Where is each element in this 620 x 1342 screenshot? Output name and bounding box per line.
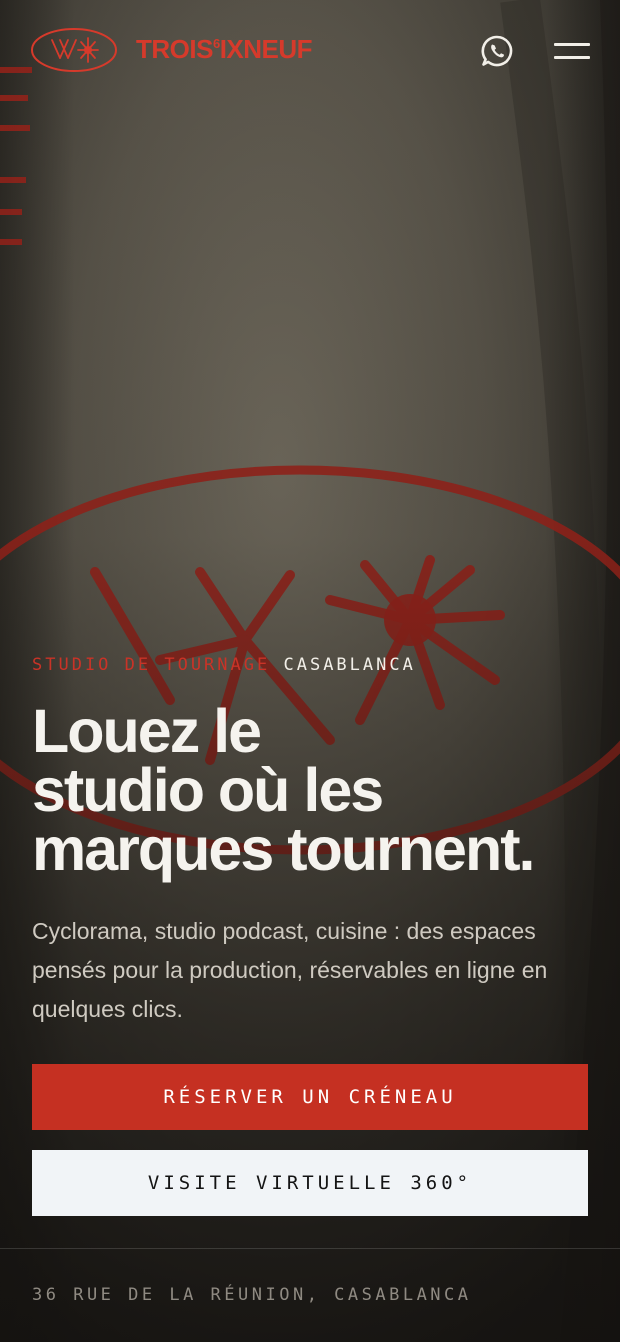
page: TROIS 6 IXNEUF STUDIO DE TOURNAGE CASABL… (0, 0, 620, 1342)
headline-line-2: studio où les (32, 756, 384, 824)
hero-description: Cyclorama, studio podcast, cuisine : des… (32, 918, 548, 1022)
virtual-tour-button[interactable]: VISITE VIRTUELLE 360° (32, 1150, 588, 1216)
logo-wordmark-part2: IXNEUF (219, 33, 313, 64)
headline-line-3: marques tournent. (32, 815, 536, 883)
logo-wordmark: TROIS 6 IXNEUF (136, 33, 313, 65)
eyebrow-city-label: CASABLANCA (283, 655, 416, 675)
book-slot-button[interactable]: RÉSERVER UN CRÉNEAU (32, 1064, 588, 1130)
hero-eyebrow: STUDIO DE TOURNAGE CASABLANCA (32, 655, 416, 675)
menu-line-top (554, 43, 590, 46)
logo-mark-icon (31, 28, 117, 72)
studio-address: 36 RUE DE LA RÉUNION, CASABLANCA (32, 1285, 472, 1305)
brand-logo[interactable]: TROIS 6 IXNEUF (30, 26, 313, 74)
hero-headline: Louez le studio où les marques tournent. (32, 697, 602, 883)
site-header: TROIS 6 IXNEUF (0, 0, 620, 100)
headline-line-1: Louez le (32, 697, 262, 765)
logo-wordmark-part1: TROIS (136, 33, 213, 64)
logo-wordmark-superscript: 6 (212, 35, 220, 51)
whatsapp-icon[interactable] (480, 34, 514, 68)
hamburger-menu-icon[interactable] (554, 40, 590, 62)
eyebrow-studio-label: STUDIO DE TOURNAGE (32, 655, 271, 675)
menu-line-bottom (554, 56, 590, 59)
footer-divider (0, 1248, 620, 1249)
